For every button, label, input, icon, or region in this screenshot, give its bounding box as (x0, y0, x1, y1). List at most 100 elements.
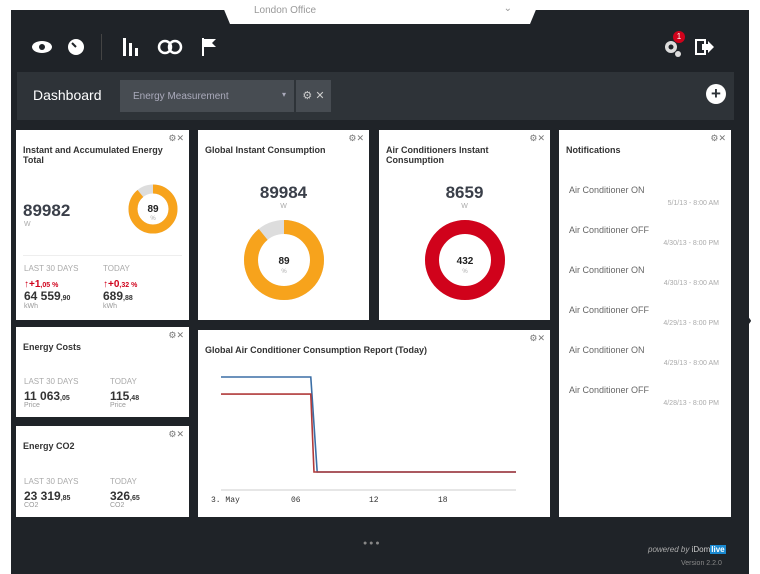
location-select[interactable]: London Office ⌄ (220, 0, 540, 24)
notification-text: Air Conditioner OFF (569, 385, 650, 395)
widget-controls[interactable]: ⚙✕ (168, 330, 184, 341)
today-unit: CO2 (110, 502, 125, 509)
consumption-chart: 3. May 06 12 18 (211, 376, 516, 505)
today-dec: ,48 (129, 395, 140, 402)
widget-title: Energy Costs (23, 342, 82, 352)
global-instant-unit: W (280, 203, 287, 210)
notification-date: 4/29/13 - 8:00 PM (663, 320, 719, 327)
notification-item[interactable]: Air Conditioner OFF 4/29/13 - 8:00 PM (569, 305, 719, 327)
widget-title: Air Conditioners Instant Consumption (386, 145, 489, 165)
widget-controls[interactable]: ⚙✕ (529, 133, 545, 144)
eye-icon[interactable] (31, 39, 53, 55)
notification-text: Air Conditioner OFF (569, 305, 650, 315)
widget-energy-co2: ⚙✕ Energy CO2 LAST 30 DAYS 23 319,85 CO2… (16, 426, 189, 517)
gauge-value: 432 (457, 256, 474, 267)
divider (101, 34, 102, 60)
caret-down-icon: ▾ (281, 90, 286, 99)
ac-instant-unit: W (461, 203, 468, 210)
notification-text: Air Conditioner OFF (569, 225, 650, 235)
x-tick-label: 18 (438, 496, 448, 505)
page-dots[interactable]: ● ● ● (363, 540, 380, 547)
today-unit: kWh (103, 303, 117, 310)
notification-item[interactable]: Air Conditioner ON 4/29/13 - 8:00 AM (569, 345, 719, 367)
x-tick-label: 3. May (211, 496, 240, 505)
notification-item[interactable]: Air Conditioner OFF 4/28/13 - 8:00 PM (569, 385, 719, 407)
gauge-unit: % (150, 216, 156, 222)
next-page-arrow[interactable]: › (744, 306, 752, 334)
notification-item[interactable]: Air Conditioner ON 4/30/13 - 8:00 AM (569, 265, 719, 287)
global-instant-value: 89984 (259, 183, 308, 202)
notification-item[interactable]: Air Conditioner ON 5/1/13 - 8:00 AM (569, 185, 719, 207)
last30-unit: Price (24, 402, 40, 409)
energy-gauge: 89 % (128, 184, 178, 234)
notification-date: 4/28/13 - 8:00 PM (663, 400, 719, 407)
notification-date: 4/29/13 - 8:00 AM (663, 360, 719, 367)
widget-title: Energy CO2 (23, 441, 75, 451)
widget-controls[interactable]: ⚙✕ (168, 429, 184, 440)
dashboard-toolbar: Dashboard Energy Measurement ▾ ⚙ ✕ + (17, 72, 734, 120)
gauge-icon[interactable] (67, 38, 85, 56)
dashboard-title: Dashboard (33, 87, 102, 103)
today-unit: Price (110, 402, 126, 409)
chevron-down-icon: ⌄ (503, 3, 512, 14)
logout-icon[interactable] (695, 38, 715, 56)
notification-text: Air Conditioner ON (569, 185, 645, 195)
last30-value: 11 063 (24, 389, 61, 403)
add-widget-button[interactable]: + (706, 84, 726, 104)
instant-unit: W (24, 221, 31, 228)
divider (23, 255, 182, 256)
widget-title: Instant and Accumulated Energy Total (23, 145, 163, 165)
location-label: London Office (254, 5, 317, 16)
today-value: 326 (110, 489, 131, 503)
widget-global-instant: ⚙✕ Global Instant Consumption 89984 W 89… (198, 130, 369, 320)
gauge-unit: % (281, 269, 287, 275)
global-instant-gauge: 89 % (244, 220, 324, 300)
x-tick-label: 06 (291, 496, 301, 505)
brand-logo: powered by iDomlive (648, 545, 726, 554)
notification-date: 4/30/13 - 8:00 AM (663, 280, 719, 287)
notification-text: Air Conditioner ON (569, 265, 645, 275)
last30-label: LAST 30 DAYS (24, 377, 79, 386)
last30-value: 64 559 (24, 289, 61, 303)
last30-unit: CO2 (24, 502, 39, 509)
widget-notifications: ⚙✕ Notifications Air Conditioner ON 5/1/1… (559, 130, 731, 517)
today-label: TODAY (103, 264, 130, 273)
gauge-value: 89 (147, 204, 159, 215)
x-tick-label: 12 (369, 496, 379, 505)
last30-value: 23 319 (24, 489, 61, 503)
dashboard-select[interactable]: Energy Measurement ▾ (120, 80, 294, 112)
widget-title: Notifications (566, 145, 621, 155)
series-line-1 (221, 376, 516, 473)
last30-dec: ,85 (60, 495, 71, 502)
widget-energy-costs: ⚙✕ Energy Costs LAST 30 DAYS 11 063,05 P… (16, 327, 189, 417)
widget-controls[interactable]: ⚙✕ (710, 133, 726, 144)
widget-ac-report: ⚙✕ Global Air Conditioner Consumption Re… (198, 330, 550, 517)
notification-date: 5/1/13 - 8:00 AM (667, 200, 719, 207)
series-line-2 (221, 393, 516, 473)
widget-controls[interactable]: ⚙✕ (168, 133, 184, 144)
notification-date: 4/30/13 - 8:00 PM (663, 240, 719, 247)
version-label: Version 2.2.0 (681, 560, 722, 567)
widget-instant-accumulated: ⚙✕ Instant and Accumulated Energy Total … (16, 130, 189, 320)
ac-instant-value: 8659 (445, 183, 484, 202)
app-window: 1 Dashboard Energy Measurement ▾ ⚙ ✕ + ⚙… (11, 10, 749, 574)
last30-dec: ,05 (60, 395, 70, 402)
today-dec: ,65 (130, 495, 140, 502)
gauge-unit: % (462, 269, 468, 275)
today-label: TODAY (110, 477, 137, 486)
last30-unit: kWh (24, 303, 38, 310)
last30-label: LAST 30 DAYS (24, 477, 79, 486)
loop-icon[interactable] (157, 39, 183, 55)
dashboard-controls[interactable]: ⚙ ✕ (296, 80, 331, 112)
instant-value: 89982 (23, 201, 71, 220)
ac-instant-gauge: 432 % (425, 220, 505, 300)
bar-chart-icon[interactable] (121, 38, 141, 56)
today-label: TODAY (110, 377, 137, 386)
flag-icon[interactable] (201, 38, 217, 56)
today-value: 689 (103, 289, 124, 303)
last30-dec: ,90 (60, 295, 71, 302)
dashboard-select-value: Energy Measurement (133, 91, 229, 102)
today-dec: ,88 (123, 295, 133, 302)
widget-controls[interactable]: ⚙✕ (348, 133, 364, 144)
notification-item[interactable]: Air Conditioner OFF 4/30/13 - 8:00 PM (569, 225, 719, 247)
